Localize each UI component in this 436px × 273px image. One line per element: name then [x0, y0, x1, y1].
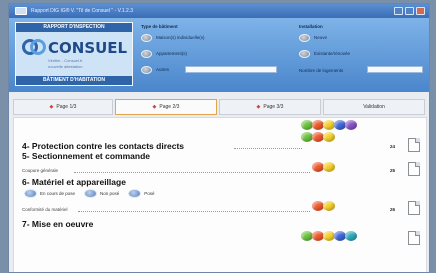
housing-count-field[interactable]: [367, 66, 423, 73]
radio-icon[interactable]: [24, 188, 37, 198]
status-dot[interactable]: [323, 201, 335, 211]
app-window: Rapport DIG IG® V. "Til de Consuel " - V…: [8, 3, 430, 273]
other-building-type-field[interactable]: [185, 66, 277, 73]
logo-subtitle-1: Vérifier - Consuel.fr: [48, 58, 83, 63]
housing-count-label: Nombre de logements: [299, 68, 344, 73]
status-dots-section-5: [312, 162, 342, 172]
document-icon[interactable]: [408, 201, 420, 215]
building-type-option-other[interactable]: Autres: [141, 65, 169, 74]
title-bar: Rapport DIG IG® V. "Til de Consuel " - V…: [9, 4, 429, 18]
radio-icon[interactable]: [84, 188, 98, 198]
installation-label: Installation: [299, 24, 323, 29]
chevron-icon: ◆: [256, 104, 261, 110]
leader-line: [234, 148, 302, 149]
status-dot[interactable]: [323, 132, 335, 142]
chevron-icon: ◆: [152, 104, 157, 110]
building-type-option-apartment[interactable]: Appartement(s): [141, 49, 187, 58]
radio-icon[interactable]: [299, 49, 310, 58]
leader-line: [74, 172, 310, 173]
radio-icon[interactable]: [128, 188, 142, 198]
radio-icon[interactable]: [141, 65, 152, 74]
radio-icon[interactable]: [141, 49, 152, 58]
form-content: 4- Protection contre les contacts direct…: [13, 117, 427, 272]
section-6-options: En cours de pose Non posé Posé: [24, 188, 161, 198]
document-icon[interactable]: [408, 138, 420, 152]
window-title: Rapport DIG IG® V. "Til de Consuel " - V…: [31, 8, 134, 14]
logo-bottom-text: BÂTIMENT D'HABITATION: [16, 76, 132, 85]
section-5-page: 25: [390, 168, 396, 173]
form-header: RAPPORT D'INSPECTION CONSUEL Vérifier - …: [9, 18, 429, 92]
window-controls: [394, 7, 425, 15]
radio-icon[interactable]: [141, 33, 152, 42]
tab-validation[interactable]: Validation: [323, 99, 425, 115]
logo-name: CONSUEL: [48, 39, 128, 57]
section-5-label: Coupure générale: [22, 168, 59, 173]
maximize-button[interactable]: [405, 7, 414, 15]
status-dots-section-4: [301, 132, 341, 142]
radio-icon[interactable]: [299, 33, 310, 42]
section-4-page: 24: [390, 144, 396, 149]
app-icon: [15, 7, 27, 15]
chevron-icon: ◆: [49, 104, 54, 110]
section-6-page: 26: [390, 207, 396, 212]
minimize-button[interactable]: [394, 7, 403, 15]
close-button[interactable]: [416, 7, 425, 15]
document-icon[interactable]: [408, 231, 420, 245]
section-6-label: Conformité du matériel: [22, 207, 68, 212]
tab-page-3[interactable]: ◆ Page 3/3: [219, 99, 321, 115]
status-dots-section-7: [301, 231, 373, 241]
document-icon[interactable]: [408, 162, 420, 176]
status-dots-top: [301, 120, 373, 130]
installation-option-existing[interactable]: Existante/rénovée: [299, 49, 350, 58]
status-dot[interactable]: [345, 120, 357, 130]
status-dot[interactable]: [323, 162, 335, 172]
page-tabs: ◆ Page 1/3 ◆ Page 2/3 ◆ Page 3/3 Validat…: [13, 99, 427, 115]
tab-page-2[interactable]: ◆ Page 2/3: [115, 99, 217, 115]
installation-option-new[interactable]: Neuve: [299, 33, 327, 42]
building-type-label: Type de bâtiment: [141, 24, 178, 29]
section-7-heading: 7- Mise en oeuvre: [22, 219, 94, 229]
section-4-heading: 4- Protection contre les contacts direct…: [22, 141, 185, 151]
section-5-heading: 5- Sectionnement et commande: [22, 151, 151, 161]
status-dot[interactable]: [345, 231, 357, 241]
leader-line: [78, 211, 310, 212]
status-dots-section-6: [312, 201, 342, 211]
tab-page-1[interactable]: ◆ Page 1/3: [13, 99, 113, 115]
section-6-heading: 6- Matériel et appareillage: [22, 177, 126, 187]
logo-top-text: RAPPORT D'INSPECTION: [16, 23, 132, 32]
consuel-mark-icon: [22, 39, 46, 55]
consuel-logo: RAPPORT D'INSPECTION CONSUEL Vérifier - …: [15, 22, 133, 86]
logo-subtitle-2: nouvelle attestation: [48, 64, 83, 69]
building-type-option-house[interactable]: Maison(s) individuelle(s): [141, 33, 205, 42]
